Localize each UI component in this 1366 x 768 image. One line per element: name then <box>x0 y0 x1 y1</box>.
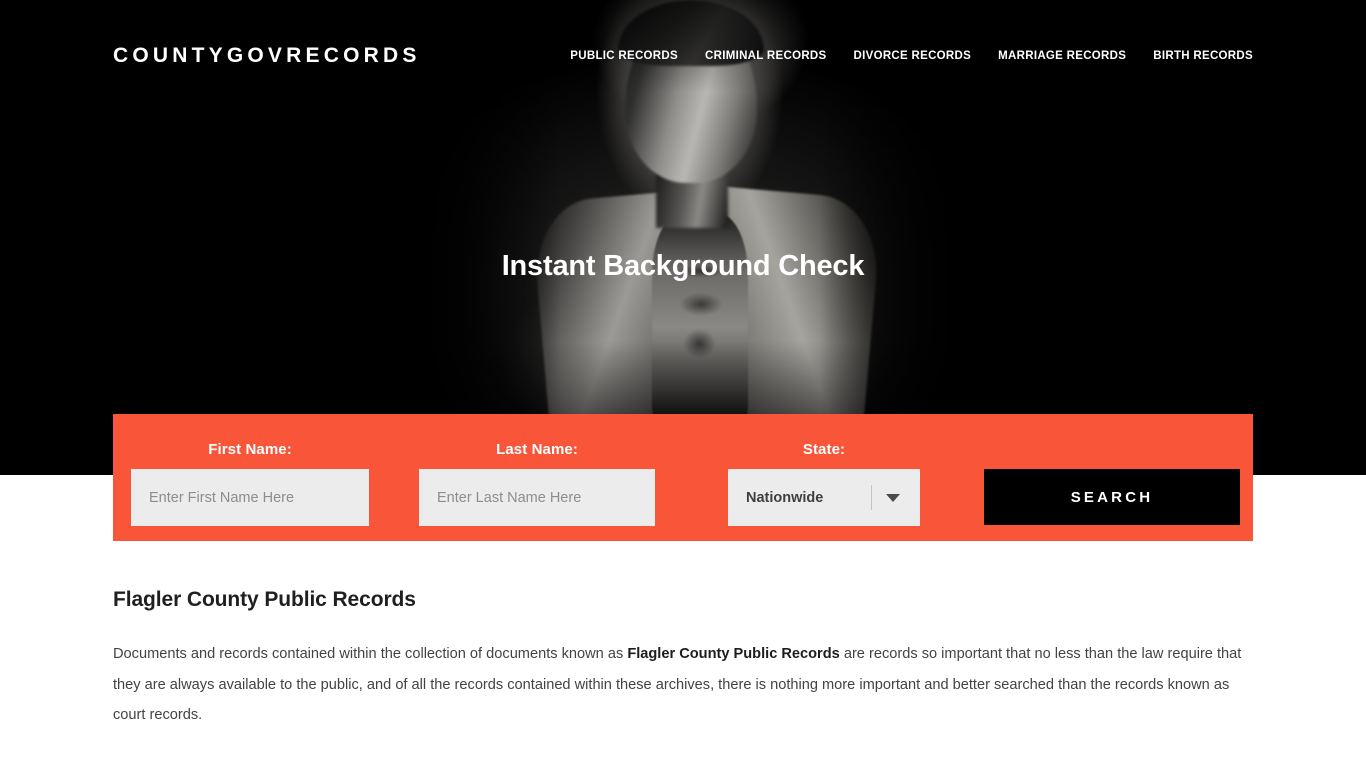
article-paragraph-1: Documents and records contained within t… <box>113 639 1253 731</box>
first-name-label: First Name: <box>208 441 292 458</box>
first-name-field-group: First Name: <box>131 441 369 526</box>
paragraph-1-bold-term: Flagler County Public Records <box>627 646 840 662</box>
page-root: COUNTYGOVRECORDS PUBLIC RECORDS CRIMINAL… <box>0 0 1366 768</box>
state-select-separator <box>871 485 872 510</box>
page-title: Flagler County Public Records <box>113 588 416 611</box>
article-content: Flagler County Public Records Documents … <box>113 588 1253 768</box>
chevron-down-icon <box>886 494 900 502</box>
article-paragraph-2: This is because court records contain no… <box>113 760 1253 768</box>
state-select[interactable]: Nationwide <box>728 469 920 526</box>
nav-item-divorce-records[interactable]: DIVORCE RECORDS <box>854 50 972 62</box>
main-navigation: PUBLIC RECORDS CRIMINAL RECORDS DIVORCE … <box>570 50 1253 62</box>
nav-item-birth-records[interactable]: BIRTH RECORDS <box>1153 50 1253 62</box>
last-name-input[interactable] <box>419 469 655 526</box>
site-header: COUNTYGOVRECORDS PUBLIC RECORDS CRIMINAL… <box>0 0 1366 110</box>
hero-title: Instant Background Check <box>501 250 865 282</box>
last-name-field-group: Last Name: <box>419 441 655 526</box>
first-name-input[interactable] <box>131 469 369 526</box>
state-select-value: Nationwide <box>746 489 824 506</box>
last-name-label: Last Name: <box>496 441 578 458</box>
nav-item-criminal-records[interactable]: CRIMINAL RECORDS <box>705 50 827 62</box>
search-button[interactable]: SEARCH <box>984 469 1240 525</box>
nav-item-marriage-records[interactable]: MARRIAGE RECORDS <box>998 50 1126 62</box>
state-label: State: <box>802 441 846 458</box>
search-panel: First Name: Last Name: State: Nationwide… <box>113 414 1253 541</box>
state-field-group: State: Nationwide <box>728 441 920 526</box>
site-logo[interactable]: COUNTYGOVRECORDS <box>113 44 421 68</box>
paragraph-1-lead: Documents and records contained within t… <box>113 646 628 662</box>
nav-item-public-records[interactable]: PUBLIC RECORDS <box>570 50 678 62</box>
